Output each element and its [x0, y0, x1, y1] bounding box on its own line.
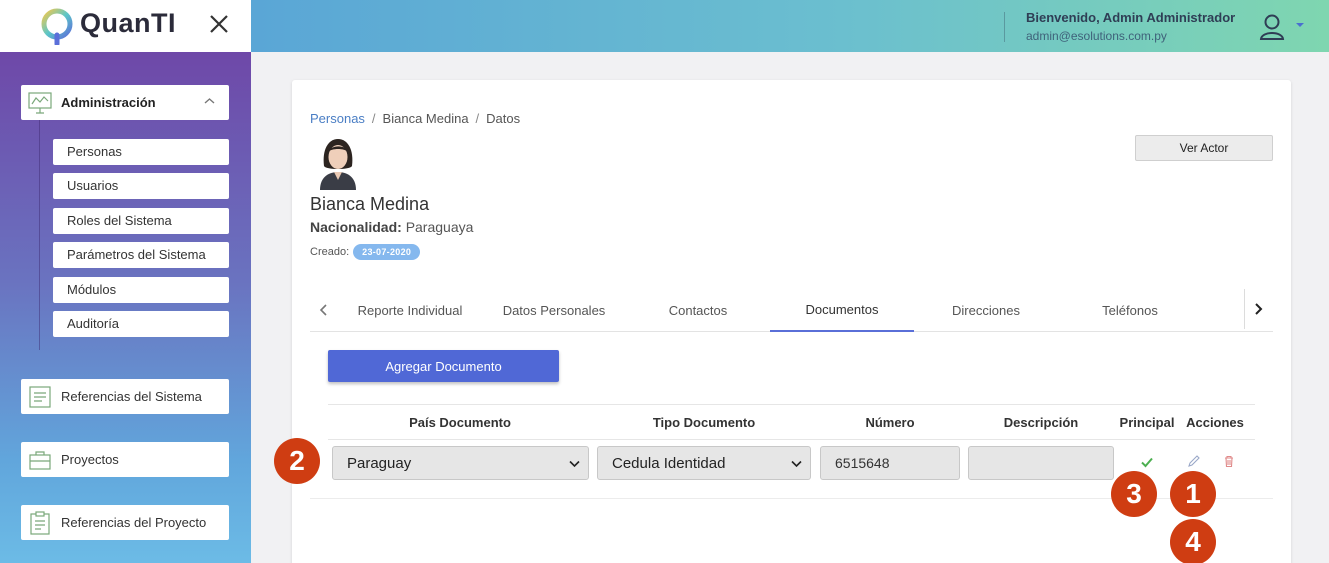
- nationality: Nacionalidad: Paraguaya: [310, 219, 473, 235]
- chevron-down-icon: [791, 460, 802, 468]
- chevron-right-icon[interactable]: [1254, 302, 1264, 316]
- presentation-icon: [28, 91, 52, 114]
- sidebar-item-proyectos[interactable]: Proyectos: [21, 442, 229, 477]
- sidebar-item-modulos[interactable]: Módulos: [53, 277, 229, 303]
- chevron-down-icon[interactable]: [1295, 21, 1305, 29]
- clipboard-icon: [30, 510, 50, 535]
- briefcase-icon: [29, 450, 51, 470]
- created-label: Creado:: [310, 246, 350, 258]
- pencil-icon[interactable]: [1187, 454, 1201, 468]
- sidebar-item-label: Proyectos: [61, 452, 119, 467]
- descripcion-field[interactable]: [968, 446, 1114, 480]
- chevron-down-icon: [569, 460, 580, 468]
- sidebar-item-usuarios[interactable]: Usuarios: [53, 173, 229, 199]
- pais-select[interactable]: Paraguay: [332, 446, 589, 480]
- user-avatar-icon[interactable]: [1259, 13, 1285, 41]
- sidebar-item-administracion[interactable]: Administración: [21, 85, 229, 120]
- document-list-icon: [29, 385, 51, 408]
- quanti-logo-icon: [41, 8, 73, 45]
- sidebar-item-referencias-sistema[interactable]: Referencias del Sistema: [21, 379, 229, 414]
- tab-documentos[interactable]: Documentos: [770, 289, 914, 332]
- created-date-badge: 23-07-2020: [353, 244, 421, 260]
- user-email: admin@esolutions.com.py: [1026, 29, 1167, 43]
- tab-reporte-individual[interactable]: Reporte Individual: [344, 289, 476, 332]
- tab-scroll-right[interactable]: [1244, 289, 1273, 329]
- person-name: Bianca Medina: [310, 194, 430, 214]
- marker-1: 1: [1170, 471, 1216, 517]
- nationality-label: Nacionalidad:: [310, 219, 402, 235]
- col-descripcion: Descripción: [1003, 414, 1079, 430]
- sidebar: Administración Personas Usuarios Roles d…: [0, 52, 251, 563]
- col-numero: Número: [865, 414, 915, 430]
- col-acciones: Acciones: [1186, 414, 1244, 430]
- person-avatar: [320, 139, 356, 190]
- sidebar-item-roles[interactable]: Roles del Sistema: [53, 208, 229, 234]
- pais-value: Paraguay: [347, 454, 412, 472]
- chevron-left-icon[interactable]: [318, 303, 330, 317]
- tab-contactos[interactable]: Contactos: [632, 289, 764, 332]
- trash-icon[interactable]: [1222, 454, 1236, 468]
- col-tipo: Tipo Documento: [652, 414, 756, 430]
- sidebar-item-label: Referencias del Sistema: [61, 389, 202, 404]
- header-divider: [1004, 12, 1005, 42]
- breadcrumb-datos: Datos: [486, 111, 521, 126]
- col-principal: Principal: [1119, 414, 1175, 430]
- sidebar-item-label: Administración: [61, 95, 156, 110]
- col-pais: País Documento: [409, 414, 511, 430]
- nationality-value: Paraguaya: [405, 219, 474, 235]
- marker-3: 3: [1111, 471, 1157, 517]
- breadcrumb-person: Bianca Medina: [382, 111, 469, 126]
- close-icon[interactable]: [207, 12, 231, 36]
- tab-direcciones[interactable]: Direcciones: [920, 289, 1052, 332]
- logo-area: QuanTI: [0, 0, 251, 52]
- table-header: País Documento Tipo Documento Número Des…: [328, 404, 1255, 440]
- sidebar-item-personas[interactable]: Personas: [53, 139, 229, 165]
- sidebar-item-referencias-proyecto[interactable]: Referencias del Proyecto: [21, 505, 229, 540]
- tipo-value: Cedula Identidad: [612, 454, 726, 472]
- marker-2: 2: [274, 438, 320, 484]
- top-bar: Bienvenido, Admin Administrador admin@es…: [251, 0, 1329, 52]
- logo-text: QuanTI: [80, 8, 176, 38]
- sidebar-item-label: Referencias del Proyecto: [61, 515, 207, 530]
- sidebar-item-parametros[interactable]: Parámetros del Sistema: [53, 242, 229, 268]
- sidebar-item-auditoria[interactable]: Auditoría: [53, 311, 229, 337]
- breadcrumb-personas[interactable]: Personas: [310, 111, 365, 126]
- add-document-button[interactable]: Agregar Documento: [328, 350, 559, 382]
- welcome-text: Bienvenido, Admin Administrador: [1026, 10, 1236, 25]
- tipo-select[interactable]: Cedula Identidad: [597, 446, 811, 480]
- tab-telefonos[interactable]: Teléfonos: [1064, 289, 1196, 332]
- tab-datos-personales[interactable]: Datos Personales: [488, 289, 620, 332]
- ver-actor-button[interactable]: Ver Actor: [1135, 135, 1273, 161]
- tree-line: [39, 120, 40, 350]
- tab-bar: Reporte Individual Datos Personales Cont…: [310, 289, 1273, 332]
- created-row: Creado: 23-07-2020: [310, 244, 421, 260]
- breadcrumb: Personas / Bianca Medina / Datos: [310, 111, 521, 126]
- marker-4: 4: [1170, 519, 1216, 563]
- check-icon[interactable]: [1140, 455, 1154, 469]
- numero-field[interactable]: 6515648: [820, 446, 960, 480]
- chevron-up-icon[interactable]: [204, 97, 215, 105]
